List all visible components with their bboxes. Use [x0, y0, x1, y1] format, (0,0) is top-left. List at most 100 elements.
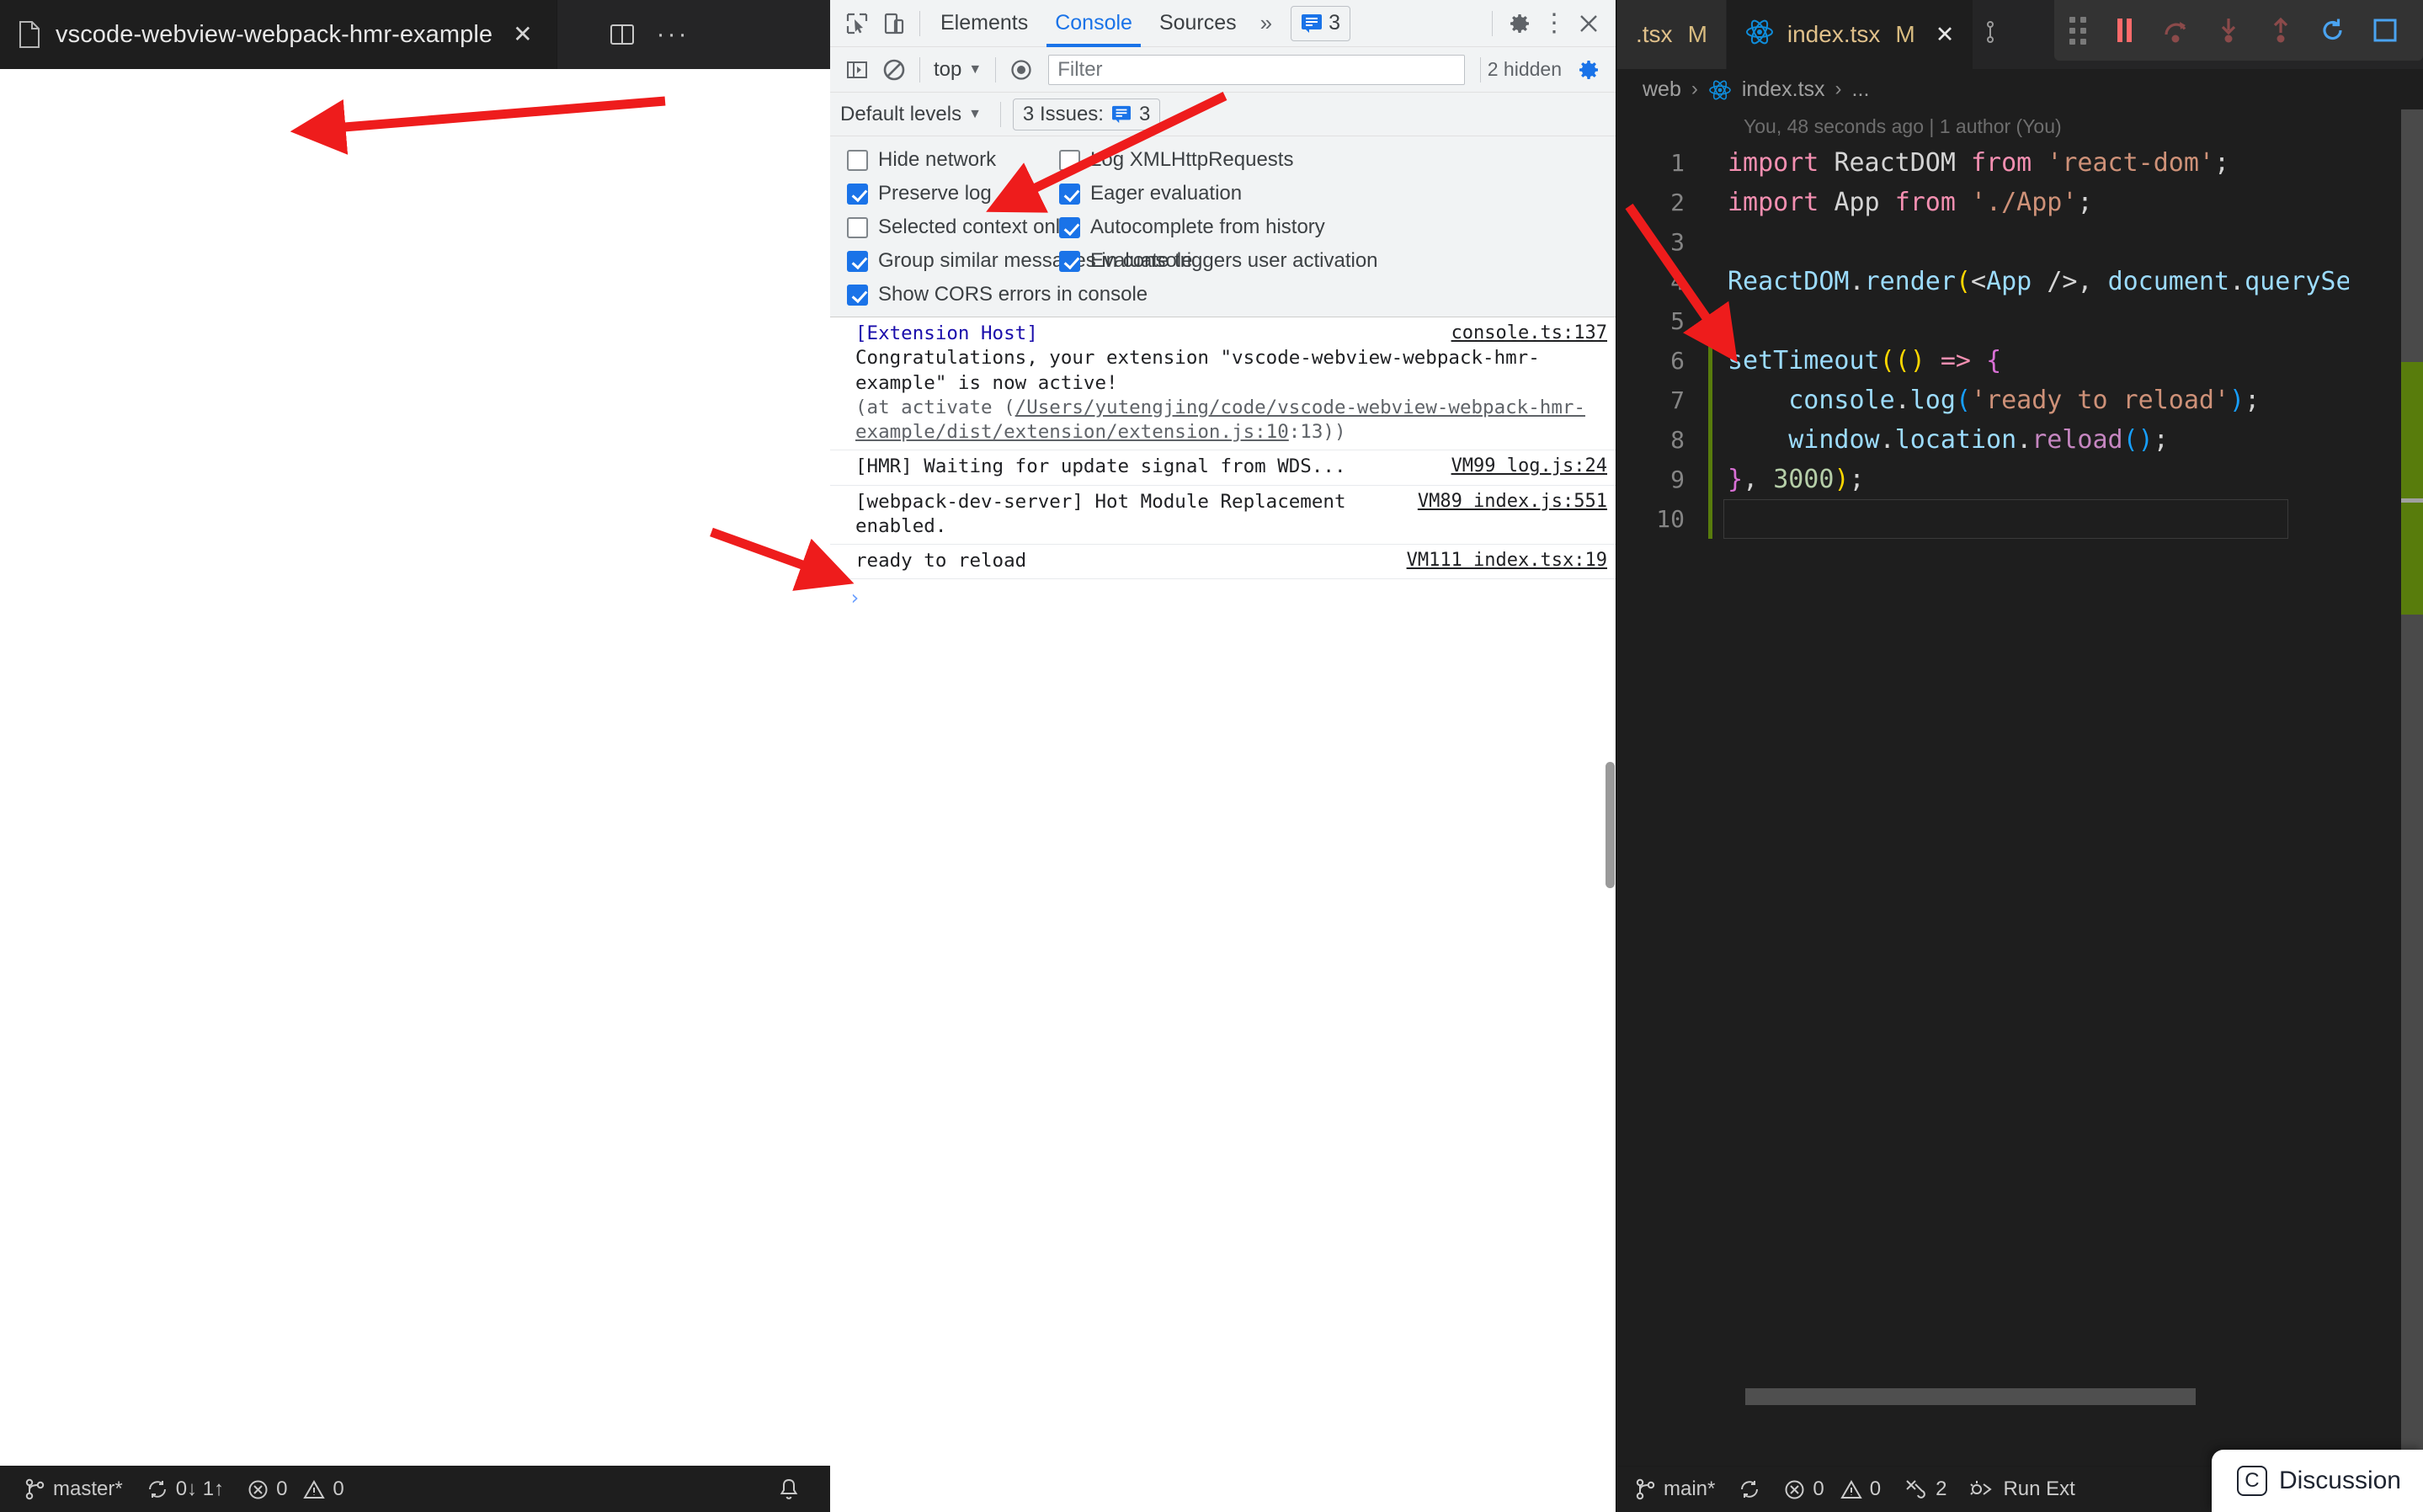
- log-levels-select[interactable]: Default levels ▼: [840, 103, 993, 126]
- status-problems[interactable]: 0 0: [1772, 1467, 1893, 1512]
- status-sync[interactable]: [1727, 1467, 1772, 1512]
- setting-label: Selected context only: [878, 216, 1071, 238]
- setting-group-similar[interactable]: Group similar messages in console: [847, 249, 1193, 273]
- inspect-element-icon[interactable]: [839, 5, 876, 42]
- code-line: 8 window.location.reload();: [1617, 420, 2423, 460]
- console-message[interactable]: VM99 log.js:24 [HMR] Waiting for update …: [830, 450, 1616, 486]
- editor-tab-inactive[interactable]: .tsx M: [1617, 0, 1727, 69]
- code-line: 4 ReactDOM.render(<App />, document.query…: [1617, 262, 2423, 301]
- code-editor[interactable]: You, 48 seconds ago | 1 author (You) 1 im…: [1617, 109, 2423, 1466]
- checkbox[interactable]: [847, 216, 868, 238]
- message-source-link[interactable]: VM89 index.js:551: [1418, 490, 1607, 514]
- vscode-editor-panel: .tsx M index.tsx M ✕ web › index.tsx › .…: [1617, 0, 2423, 1512]
- close-icon[interactable]: [1570, 5, 1607, 42]
- breadcrumb-item-index-tsx[interactable]: index.tsx: [1742, 77, 1825, 102]
- step-into-button[interactable]: [2202, 4, 2255, 56]
- tab-elements[interactable]: Elements: [927, 0, 1041, 47]
- status-run-extension[interactable]: Run Ext: [1958, 1467, 2086, 1512]
- setting-eager-evaluation[interactable]: Eager evaluation: [1059, 182, 1616, 205]
- message-source-link[interactable]: VM111 index.tsx:19: [1407, 549, 1607, 573]
- status-branch[interactable]: master*: [19, 1467, 135, 1512]
- message-text: [webpack-dev-server] Hot Module Replacem…: [855, 490, 1346, 537]
- issues-counter-chip[interactable]: 3: [1291, 5, 1351, 41]
- line-number: 4: [1670, 268, 1685, 295]
- line-number: 2: [1670, 189, 1685, 216]
- breadcrumb-item-more[interactable]: ...: [1852, 77, 1870, 102]
- kebab-menu-icon[interactable]: ⋮: [1540, 10, 1568, 35]
- pause-button[interactable]: [2098, 4, 2150, 56]
- breadcrumb-item-web[interactable]: web: [1643, 77, 1681, 102]
- setting-preserve-log[interactable]: Preserve log: [847, 182, 1059, 205]
- checkbox[interactable]: [847, 149, 868, 171]
- filterbar-divider: [919, 56, 920, 83]
- checkbox[interactable]: [847, 284, 868, 306]
- issues-button-label: 3 Issues:: [1022, 102, 1104, 125]
- drag-handle-icon[interactable]: [2069, 16, 2086, 45]
- message-source-link[interactable]: console.ts:137: [1451, 322, 1607, 346]
- console-message[interactable]: console.ts:137 [Extension Host] Congratu…: [830, 317, 1616, 451]
- issues-button[interactable]: 3 Issues: 3: [1012, 98, 1161, 130]
- console-sidebar-icon[interactable]: [839, 51, 876, 88]
- tab-console[interactable]: Console: [1041, 0, 1146, 47]
- close-icon[interactable]: ✕: [1936, 22, 1955, 48]
- console-message[interactable]: VM89 index.js:551 [webpack-dev-server] H…: [830, 486, 1616, 545]
- editor-horizontal-scrollbar[interactable]: [1745, 1388, 2196, 1405]
- webview-tab[interactable]: vscode-webview-webpack-hmr-example ✕: [0, 0, 557, 69]
- more-tabs-icon[interactable]: »: [1250, 10, 1282, 36]
- restart-button[interactable]: [2307, 4, 2359, 56]
- gear-icon[interactable]: [1501, 5, 1538, 42]
- webview-statusbar: master* 0↓ 1↑ 0 0: [0, 1466, 830, 1512]
- editor-tab-extra[interactable]: [1973, 0, 2019, 69]
- execution-context-select[interactable]: top ▼: [927, 58, 988, 82]
- message-text: Congratulations, your extension "vscode-…: [855, 347, 1540, 394]
- checkbox[interactable]: [1059, 183, 1080, 205]
- status-notifications[interactable]: [766, 1467, 812, 1512]
- code-line: 7 console.log('ready to reload');: [1617, 381, 2423, 420]
- editor-overview-ruler[interactable]: [2401, 109, 2423, 1466]
- tab-sources[interactable]: Sources: [1146, 0, 1250, 47]
- stop-button[interactable]: [2359, 4, 2411, 56]
- setting-evaluate-triggers-user-activation[interactable]: Evaluate triggers user activation: [1059, 249, 1616, 273]
- console-prompt[interactable]: ›: [830, 579, 1616, 616]
- setting-hide-network[interactable]: Hide network: [847, 148, 1059, 172]
- clear-console-icon[interactable]: [876, 51, 913, 88]
- checkbox[interactable]: [1059, 216, 1080, 238]
- step-over-button[interactable]: [2150, 4, 2202, 56]
- message-source-link[interactable]: VM99 log.js:24: [1451, 455, 1607, 479]
- discussion-widget[interactable]: C Discussion: [2211, 1450, 2423, 1512]
- levelbar-divider: [999, 101, 1001, 127]
- editor-tab-index-tsx[interactable]: index.tsx M ✕: [1726, 0, 1974, 69]
- checkbox[interactable]: [847, 250, 868, 272]
- split-editor-icon[interactable]: [610, 22, 635, 47]
- sync-icon: [148, 1481, 166, 1498]
- stack-suffix: :13)): [1288, 421, 1346, 443]
- live-expression-icon[interactable]: [1003, 51, 1040, 88]
- devtools-scrollbar[interactable]: [1606, 762, 1615, 888]
- status-tools[interactable]: 2: [1893, 1467, 1958, 1512]
- checkbox[interactable]: [847, 183, 868, 205]
- checkbox[interactable]: [1059, 149, 1080, 171]
- setting-label: Autocomplete from history: [1090, 216, 1325, 238]
- status-sync-label: 0↓ 1↑: [175, 1477, 225, 1500]
- react-icon: [1708, 77, 1732, 102]
- git-gutter: [1708, 499, 1712, 539]
- setting-log-xhr[interactable]: Log XMLHttpRequests: [1059, 148, 1616, 172]
- issues-chip-count: 3: [1329, 11, 1341, 35]
- setting-selected-context-only[interactable]: Selected context only: [847, 216, 1070, 239]
- line-number: 1: [1670, 149, 1685, 177]
- status-problems[interactable]: 0 0: [236, 1467, 356, 1512]
- status-sync[interactable]: 0↓ 1↑: [135, 1467, 236, 1512]
- code-line-list: 1 import ReactDOM from 'react-dom'; 2 impo…: [1617, 143, 2423, 539]
- status-branch[interactable]: main*: [1624, 1467, 1727, 1512]
- setting-show-cors-errors[interactable]: Show CORS errors in console: [847, 283, 1148, 306]
- console-message[interactable]: VM111 index.tsx:19 ready to reload: [830, 545, 1616, 580]
- device-toolbar-icon[interactable]: [876, 5, 913, 42]
- more-actions-icon[interactable]: ···: [657, 22, 690, 47]
- filter-input[interactable]: Filter: [1048, 54, 1465, 85]
- console-settings-gear-icon[interactable]: [1570, 51, 1607, 88]
- checkbox[interactable]: [1059, 250, 1080, 272]
- step-out-button[interactable]: [2255, 4, 2307, 56]
- setting-autocomplete-from-history[interactable]: Autocomplete from history: [1059, 216, 1616, 239]
- close-icon[interactable]: ✕: [513, 23, 532, 46]
- editor-minimap[interactable]: [2349, 109, 2401, 1466]
